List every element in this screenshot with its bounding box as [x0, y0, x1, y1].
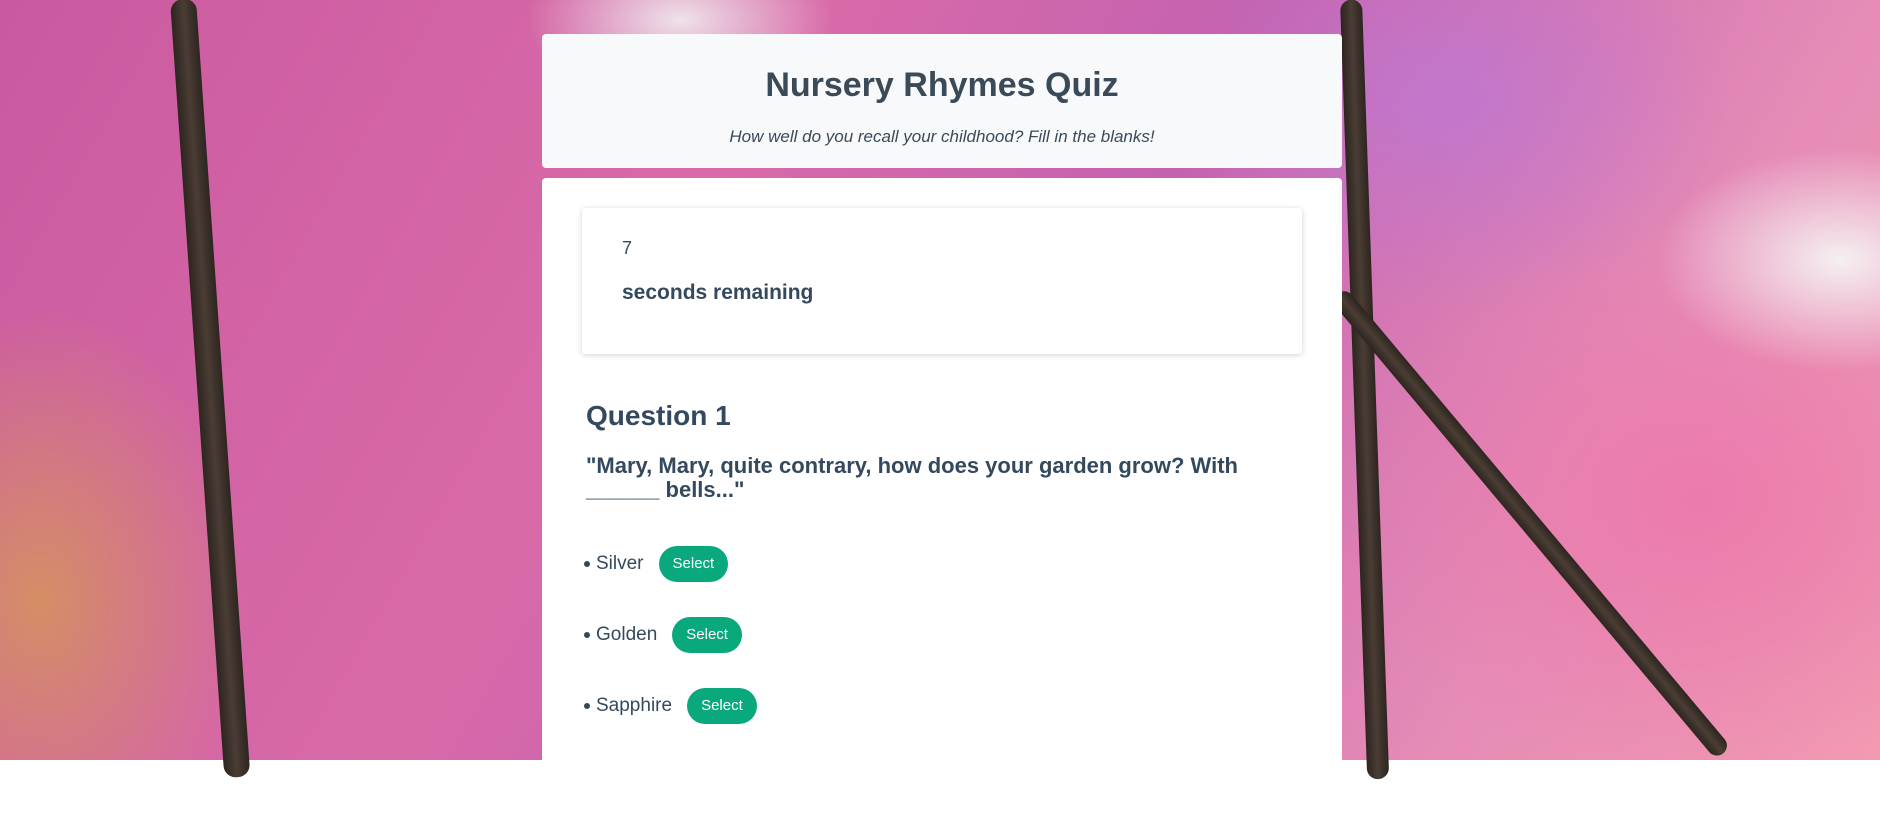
timer-seconds: 7 [622, 238, 633, 258]
answer-option: Silver Select [584, 528, 1302, 599]
question-title: Question 1 [586, 400, 731, 431]
page-title: Nursery Rhymes Quiz [765, 66, 1119, 104]
question-block: Question 1 "Mary, Mary, quite contrary, … [582, 354, 1302, 741]
page-subtitle: How well do you recall your childhood? F… [729, 127, 1155, 146]
answer-option: Sapphire Select [584, 670, 1302, 741]
select-button[interactable]: Select [658, 545, 729, 582]
answer-option: Golden Select [584, 599, 1302, 670]
branch-decoration [1340, 0, 1390, 780]
option-label: Sapphire [596, 694, 673, 716]
quiz-header: Nursery Rhymes Quiz How well do you reca… [542, 34, 1342, 168]
branch-decoration [1330, 287, 1731, 760]
option-label: Silver [596, 552, 644, 574]
quiz-card: 7 seconds remaining Question 1 "Mary, Ma… [542, 178, 1342, 818]
answer-options: Silver Select Golden Select Sapphire Sel… [584, 528, 1302, 741]
select-button[interactable]: Select [687, 687, 757, 724]
timer-label: seconds remaining [622, 281, 814, 304]
select-button[interactable]: Select [672, 616, 742, 653]
branch-decoration [170, 0, 251, 779]
timer-panel: 7 seconds remaining [582, 208, 1302, 354]
question-text: "Mary, Mary, quite contrary, how does yo… [586, 453, 1238, 502]
option-label: Golden [596, 623, 658, 645]
quiz-page: Nursery Rhymes Quiz How well do you reca… [542, 34, 1342, 818]
